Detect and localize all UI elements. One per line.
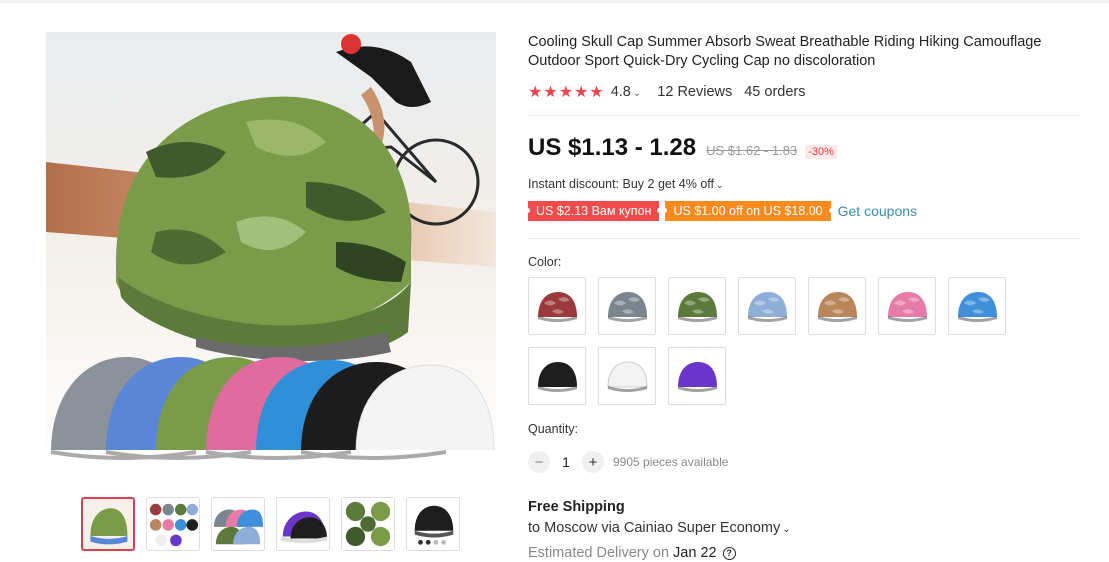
quantity-input[interactable]: 1 — [550, 454, 582, 470]
color-swatch-purple[interactable] — [668, 347, 726, 405]
color-swatch-green-camo[interactable] — [668, 277, 726, 335]
increase-quantity-button[interactable]: + — [582, 451, 604, 473]
estimated-delivery-label: Estimated Delivery on — [528, 545, 670, 561]
help-icon[interactable]: ? — [722, 546, 736, 560]
rating-value-dropdown[interactable]: 4.8 ⌄ — [611, 84, 642, 100]
chevron-down-icon: ⌄ — [782, 524, 791, 535]
cap-icon — [607, 361, 648, 392]
color-swatch-white[interactable] — [598, 347, 656, 405]
cap-icon — [538, 292, 577, 322]
coupon-badge[interactable]: US $2.13 Вам купон — [524, 201, 663, 221]
original-price: US $1.62 - 1.83 — [706, 143, 798, 158]
chevron-down-icon: ⌄ — [632, 88, 642, 99]
price-row: US $1.13 - 1.28 US $1.62 - 1.83 -30% — [528, 134, 837, 162]
cap-icon — [958, 292, 997, 322]
shipping-title: Free Shipping — [528, 499, 625, 515]
thumbnail-5[interactable] — [341, 497, 395, 551]
rating-row: ★★★★★ 4.8 ⌄ 12 Reviews 45 orders — [528, 82, 806, 102]
shipping-method-dropdown[interactable]: to Moscow via Cainiao Super Economy ⌄ — [528, 520, 791, 536]
instant-discount-dropdown[interactable]: Instant discount: Buy 2 get 4% off ⌄ — [528, 177, 724, 191]
color-swatch-gray-camo[interactable] — [598, 277, 656, 335]
color-swatch-pink-camo[interactable] — [878, 277, 936, 335]
rating-value: 4.8 — [610, 84, 631, 100]
stock-available: 9905 pieces available — [613, 455, 729, 469]
reviews-link[interactable]: 12 Reviews — [657, 84, 732, 100]
cap-icon — [608, 292, 647, 322]
estimated-delivery: Estimated Delivery on Jan 22 ? — [528, 545, 736, 561]
shipping-destination: to Moscow via Cainiao Super Economy — [528, 520, 781, 536]
get-coupons-link[interactable]: Get coupons — [838, 203, 917, 219]
cap-icon — [678, 362, 717, 392]
cap-icon — [678, 292, 717, 322]
discount-badge: -30% — [805, 145, 837, 159]
store-coupon-badge[interactable]: US $1.00 off on US $18.00 — [662, 201, 834, 221]
color-label: Color: — [528, 255, 562, 269]
quantity-label: Quantity: — [528, 422, 579, 436]
color-swatch-red-camo[interactable] — [528, 277, 586, 335]
product-main-image[interactable] — [46, 32, 496, 472]
top-divider — [0, 0, 1109, 3]
decrease-quantity-button[interactable]: − — [528, 451, 550, 473]
color-swatch-list — [528, 277, 1018, 405]
color-swatch-blue-camo[interactable] — [738, 277, 796, 335]
divider — [528, 238, 1080, 239]
coupon-row: US $2.13 Вам купон US $1.00 off on US $1… — [524, 201, 917, 221]
cap-icon — [538, 362, 577, 392]
thumbnail-strip — [81, 497, 460, 551]
delivery-date: Jan 22 — [673, 545, 717, 561]
quantity-stepper: − 1 + 9905 pieces available — [528, 451, 728, 473]
cap-icon — [888, 292, 927, 322]
color-swatch-black[interactable] — [528, 347, 586, 405]
color-swatch-sky-blue-camo[interactable] — [948, 277, 1006, 335]
product-title: Cooling Skull Cap Summer Absorb Sweat Br… — [528, 34, 1042, 69]
rating-stars-icon: ★★★★★ — [528, 84, 605, 101]
current-price: US $1.13 - 1.28 — [528, 134, 697, 161]
thumbnail-2[interactable] — [146, 497, 200, 551]
cap-icon — [748, 292, 787, 322]
divider — [528, 115, 1080, 116]
orders-count: 45 orders — [744, 84, 806, 100]
thumbnail-4[interactable] — [276, 497, 330, 551]
thumbnail-1[interactable] — [81, 497, 135, 551]
instant-discount-text: Instant discount: Buy 2 get 4% off — [528, 177, 714, 191]
thumbnail-3[interactable] — [211, 497, 265, 551]
thumbnail-6[interactable] — [406, 497, 460, 551]
color-swatch-orange-camo[interactable] — [808, 277, 866, 335]
cap-icon — [818, 292, 857, 322]
chevron-down-icon: ⌄ — [716, 180, 724, 190]
